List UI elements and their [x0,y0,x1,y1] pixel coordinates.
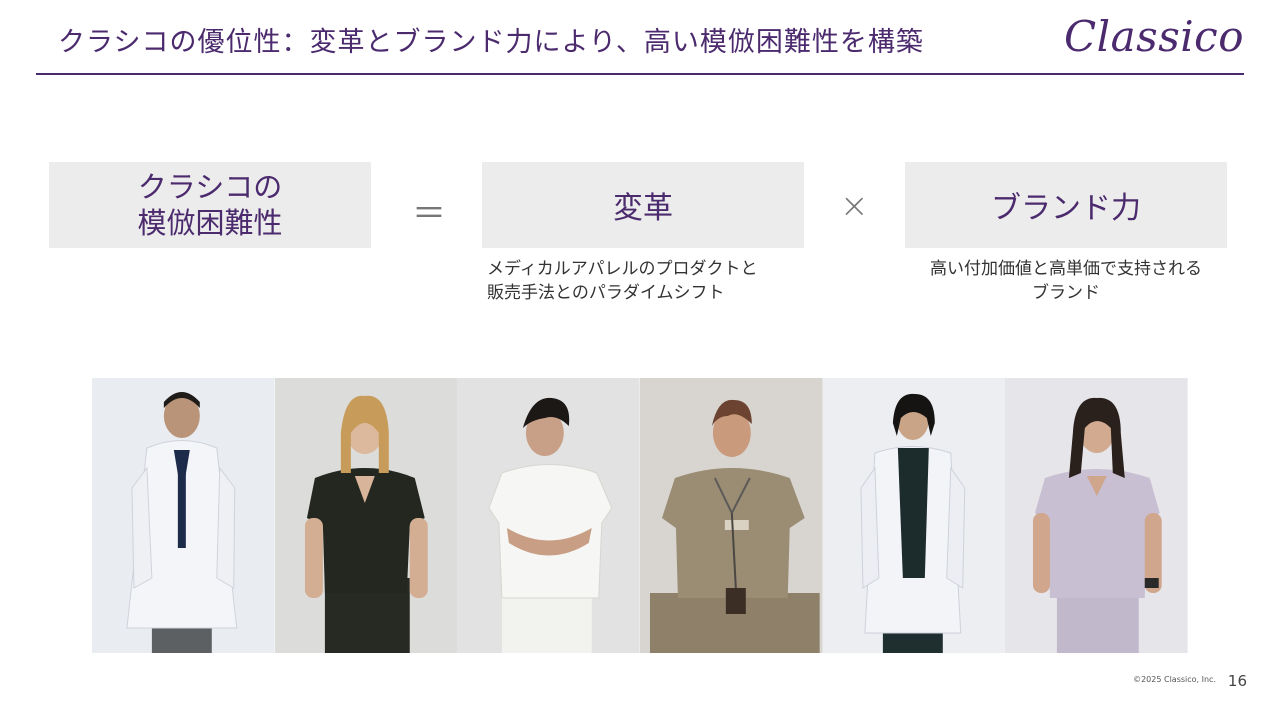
photo-white-scrubs-man [457,378,641,653]
imitability-line2: 模倣困難性 [137,206,283,240]
photo-black-scrubs-woman [274,378,458,653]
photo-lavender-scrubs-woman [1005,378,1189,653]
page-number: 16 [1227,672,1247,690]
photo-white-lab-coat-man [92,378,275,653]
lavender-scrubs-image [1005,378,1189,653]
black-scrubs-image [274,378,458,653]
transformation-label: 変革 [613,191,673,226]
copyright-text: ©2025 Classico, Inc. [1133,675,1216,684]
brand-power-caption-line2: ブランド [1032,283,1100,303]
photo-khaki-scrubs-man [640,378,823,653]
multiply-symbol: × [840,186,869,226]
transformation-caption-line1: メディカルアパレルのプロダクトと [487,259,758,279]
khaki-scrubs-image [640,378,823,653]
lab-coat-man-image [92,378,275,653]
brand-power-box: ブランド力 [905,162,1227,248]
brand-power-label: ブランド力 [991,191,1141,226]
equals-symbol: ＝ [412,194,446,234]
slide-title: クラシコの優位性：変革とブランド力により、高い模倣困難性を構築 [58,27,924,58]
photo-white-lab-coat-woman [822,378,1006,653]
brand-power-caption: 高い付加価値と高単価で支持される ブランド [900,257,1232,305]
transformation-caption: メディカルアパレルのプロダクトと 販売手法とのパラダイムシフト [487,257,817,305]
transformation-caption-line2: 販売手法とのパラダイムシフト [487,283,725,303]
classico-logo: Classico [1064,12,1244,61]
transformation-box: 変革 [482,162,804,248]
brand-power-caption-line1: 高い付加価値と高単価で支持される [930,259,1202,279]
imitability-line1: クラシコの [137,170,283,204]
lab-coat-woman-image [822,378,1006,653]
white-scrubs-image [457,378,641,653]
title-divider [36,73,1244,75]
model-photo-strip [92,378,1189,653]
imitability-box: クラシコの 模倣困難性 [49,162,371,248]
